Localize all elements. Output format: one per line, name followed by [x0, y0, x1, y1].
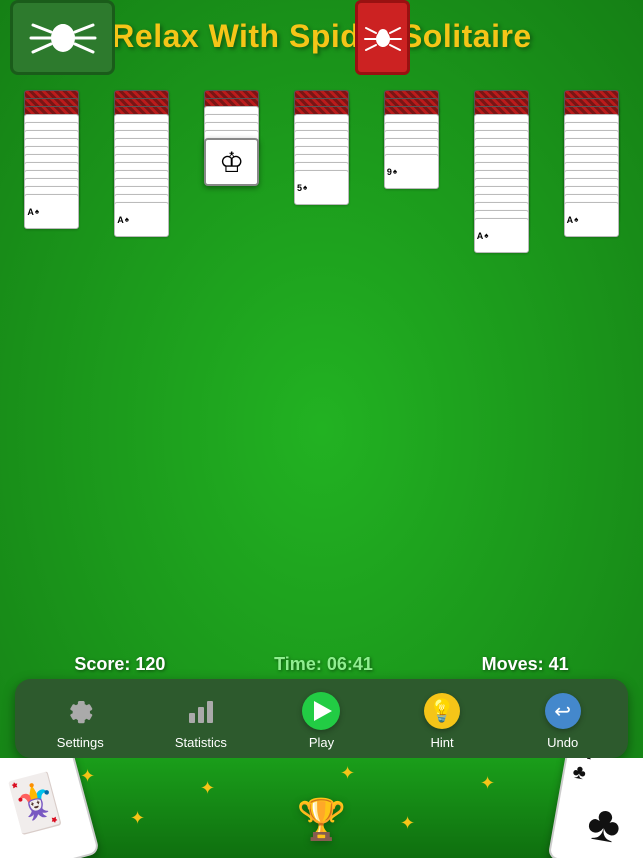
- statistics-icon: [181, 691, 221, 731]
- corner-card-suit: ♣: [571, 761, 588, 786]
- card-last[interactable]: 5♠: [294, 170, 349, 205]
- column-7: A♠ Q♠ J♠ 9♠ 8♠ 7♠ 6♠ 5♠ 4♠ 3♠ 2♠ A♠: [547, 90, 635, 253]
- card-columns: 4♠ 3♠ 7♠ 6♠ 5♠ 9♠ 8♠ 7♠ 6♠ 2♠ A♠ 8♠ J♠ 1…: [8, 90, 635, 253]
- card-last[interactable]: A♠: [564, 202, 619, 237]
- hint-label: Hint: [431, 735, 454, 750]
- settings-label: Settings: [57, 735, 104, 750]
- spider-logo-green: [10, 0, 115, 75]
- column-4: 9♠ J♠ 6♠ K♠ Q♠ 7♠ 6♠ 5♠: [278, 90, 366, 253]
- king-card[interactable]: ♔: [204, 138, 259, 186]
- play-button[interactable]: Play: [291, 691, 351, 750]
- play-label: Play: [309, 735, 334, 750]
- column-6: 3♠ 2♠ A♠ Q♠ J♠ 9♠ 8♠ 7♠ 6♠ 5♠ 4♠ 3♠ 2♠ A…: [457, 90, 545, 253]
- card-last[interactable]: 9♠: [384, 154, 439, 189]
- card-last[interactable]: A♠: [474, 218, 529, 253]
- undo-circle: ↩: [545, 693, 581, 729]
- play-triangle: [314, 701, 332, 721]
- star-decoration: ✦: [400, 813, 415, 834]
- statistics-label: Statistics: [175, 735, 227, 750]
- bottom-decoration: ✦ ✦ ✦ ✦ ✦ ✦ ✦ 🏆 🃏 K ♣ ♣: [0, 758, 643, 858]
- gear-icon: [64, 695, 96, 727]
- corner-card-face: 🃏: [0, 766, 73, 839]
- spider-icon-green: [28, 10, 98, 65]
- star-decoration: ✦: [130, 808, 145, 829]
- statistics-button[interactable]: Statistics: [171, 691, 231, 750]
- undo-label: Undo: [547, 735, 578, 750]
- star-decoration: ✦: [80, 766, 95, 787]
- column-1: 4♠ 3♠ 7♠ 6♠ 5♠ 9♠ 8♠ 7♠ 6♠ 2♠ A♠: [8, 90, 96, 253]
- undo-button[interactable]: ↩ Undo: [533, 691, 593, 750]
- trophy-icon: 🏆: [297, 796, 347, 843]
- column-3: 6♠ 10♠ 9♠ 8♠ ♔: [188, 90, 276, 253]
- star-decoration: ✦: [200, 778, 215, 799]
- hint-button[interactable]: 💡 Hint: [412, 691, 472, 750]
- column-2: 8♠ J♠ 10♠ 9♠ 8♠ 7♠ 6♠ 5♠ 4♠ 3♠ 2♠ A♠: [98, 90, 186, 253]
- column-5: 9♠ K♠ Q♠ J♠ 10♠ 9♠: [367, 90, 455, 253]
- settings-icon: [60, 691, 100, 731]
- play-icon: [301, 691, 341, 731]
- corner-card-big-suit: ♣: [583, 792, 625, 855]
- bar-chart-icon: [185, 695, 217, 727]
- card-last[interactable]: A♠: [114, 202, 169, 237]
- score-display: Score: 120: [74, 654, 165, 675]
- spider-icon-red: [364, 19, 402, 57]
- hint-circle: 💡: [424, 693, 460, 729]
- time-display: Time: 06:41: [274, 654, 373, 675]
- lightbulb-icon: 💡: [428, 698, 455, 724]
- toolbar: Settings Statistics Play 💡 Hint: [15, 679, 628, 758]
- hint-icon: 💡: [422, 691, 462, 731]
- spider-logo-red: [355, 0, 410, 75]
- star-decoration: ✦: [480, 773, 495, 794]
- moves-display: Moves: 41: [482, 654, 569, 675]
- star-decoration: ✦: [340, 763, 355, 784]
- corner-card-right: K ♣ ♣: [547, 758, 643, 858]
- play-circle: [302, 692, 340, 730]
- settings-button[interactable]: Settings: [50, 691, 110, 750]
- card-last[interactable]: A♠: [24, 194, 79, 229]
- undo-arrow-icon: ↩: [554, 699, 571, 724]
- undo-icon: ↩: [543, 691, 583, 731]
